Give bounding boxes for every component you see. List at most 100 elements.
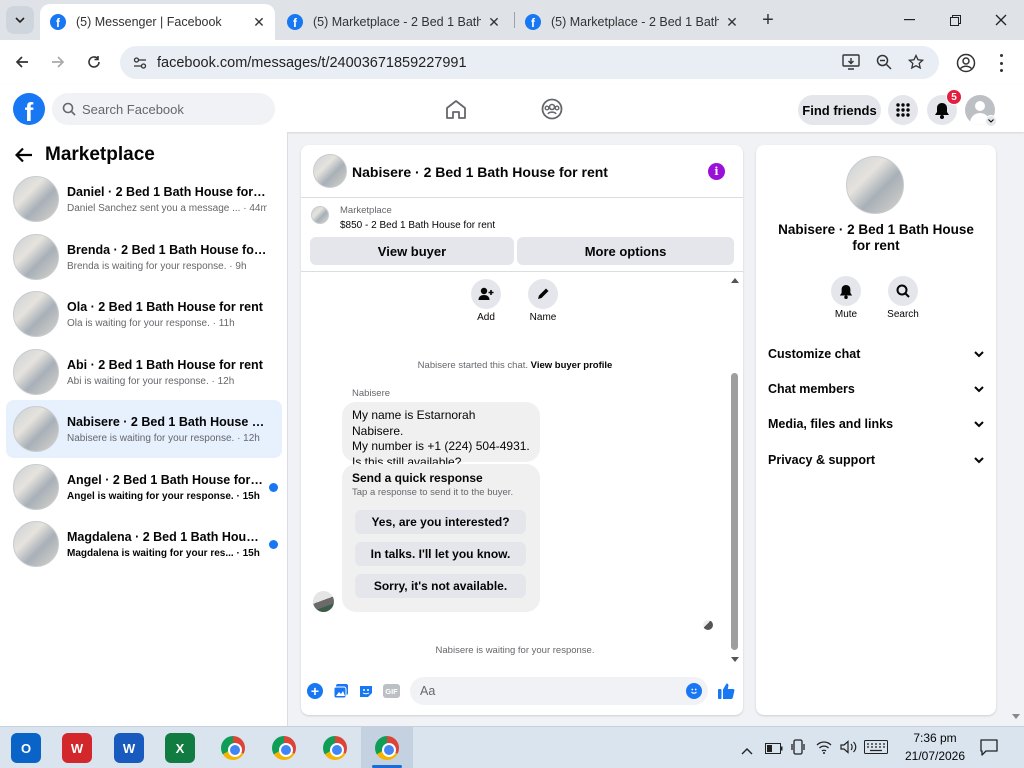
privacy-support-item[interactable]: Privacy & support [768,445,984,475]
chat-scrollbar[interactable] [729,278,741,664]
chrome-profile-1-icon[interactable] [218,733,248,763]
menu-icon[interactable] [996,54,1006,72]
chat-title[interactable]: Nabisere · 2 Bed 1 Bath House for rent [352,164,608,180]
conversation-preview: Angel is waiting for your response. · 15… [67,490,260,502]
facebook-logo[interactable]: f [13,93,45,125]
conversation-preview: Ola is waiting for your response. · 11h [67,317,235,329]
bookmark-star-icon[interactable] [907,53,925,74]
keyboard-icon[interactable] [864,740,888,759]
excel-app-icon[interactable]: X [165,733,195,763]
reload-icon[interactable] [80,48,108,76]
wifi-icon[interactable] [816,740,832,759]
menu-item-label: Chat members [768,382,855,396]
chrome-profile-2-icon[interactable] [269,733,299,763]
more-options-button[interactable]: More options [517,237,734,265]
message-bubble[interactable]: My name is Estarnorah Nabisere. My numbe… [342,402,540,469]
scroll-down-icon[interactable] [731,657,739,662]
profile-icon[interactable] [956,53,976,78]
page-scroll-down-icon[interactable] [1012,714,1020,719]
quick-response-button[interactable]: Sorry, it's not available. [355,574,526,598]
listing-detail: $850 - 2 Bed 1 Bath House for rent [340,220,496,231]
conversation-item[interactable]: Ola · 2 Bed 1 Bath House for rent Ola is … [6,287,282,341]
customize-chat-item[interactable]: Customize chat [768,339,984,369]
like-thumb-icon[interactable] [717,682,735,705]
home-icon[interactable] [445,99,467,124]
battery-icon[interactable] [765,741,783,759]
chat-avatar[interactable] [313,154,347,188]
conversation-item[interactable]: Abi · 2 Bed 1 Bath House for rent Abi is … [6,345,282,399]
message-input[interactable]: Aa [410,677,708,705]
media-files-links-item[interactable]: Media, files and links [768,409,984,439]
facebook-favicon-icon: f [50,14,66,30]
listing-avatar[interactable] [846,156,904,214]
chat-started-notice: Nabisere started this chat. View buyer p… [301,360,729,371]
conversation-item[interactable]: Magdalena · 2 Bed 1 Bath House ... Magdal… [6,517,282,571]
tab-marketplace-2[interactable]: f (5) Marketplace - 2 Bed 1 Bath House ✕ [515,4,750,40]
scrollbar-thumb[interactable] [731,373,738,650]
new-tab-icon[interactable]: + [754,6,782,34]
site-info-icon[interactable] [130,56,150,69]
install-icon[interactable] [842,54,860,74]
chrome-profile-3-icon[interactable] [320,733,350,763]
chat-members-item[interactable]: Chat members [768,374,984,404]
gif-button[interactable]: GIF [383,684,400,698]
url-text[interactable]: facebook.com/messages/t/2400367185922799… [157,55,467,71]
conversation-item[interactable]: Angel · 2 Bed 1 Bath House for r... Angel… [6,460,282,514]
quick-response-title: Send a quick response [352,471,483,485]
chrome-profile-4-icon[interactable] [372,733,402,763]
back-icon[interactable] [8,48,36,76]
attach-photo-icon[interactable] [333,683,349,704]
address-bar[interactable]: facebook.com/messages/t/2400367185922799… [120,46,939,79]
notification-center-icon[interactable] [980,739,998,761]
clock-date[interactable]: 21/07/2026 [896,749,974,763]
sticker-icon[interactable] [358,683,374,704]
tab-close-icon[interactable]: ✕ [250,14,268,31]
tab-messenger[interactable]: f (5) Messenger | Facebook ✕ [40,4,275,40]
scroll-up-icon[interactable] [731,278,739,283]
view-buyer-profile-link[interactable]: View buyer profile [531,360,613,371]
sender-avatar[interactable] [313,591,334,612]
emoji-icon[interactable] [686,683,702,699]
wps-office-app-icon[interactable]: W [62,733,92,763]
search-icon[interactable] [888,276,918,306]
close-icon[interactable] [978,0,1024,40]
groups-icon[interactable] [541,98,563,125]
divider [301,197,743,198]
sidebar-title: Marketplace [45,144,155,165]
chat-started-text: Nabisere started this chat. [417,360,529,371]
back-arrow-icon[interactable] [14,147,33,168]
menu-grid-icon[interactable] [888,95,918,125]
tab-list-icon[interactable] [6,6,34,34]
sender-name: Nabisere [352,388,391,399]
device-icon[interactable] [791,739,805,760]
tab-marketplace-1[interactable]: f (5) Marketplace - 2 Bed 1 Bath House ✕ [277,4,512,40]
restore-icon[interactable] [932,0,978,40]
outlook-app-icon[interactable]: O [11,733,41,763]
conversation-preview: Daniel Sanchez sent you a message ... · … [67,202,267,214]
forward-icon[interactable] [44,48,72,76]
conversation-item-selected[interactable]: Nabisere · 2 Bed 1 Bath House for ... Nab… [6,400,282,458]
mute-bell-icon[interactable] [831,276,861,306]
word-app-icon[interactable]: W [114,733,144,763]
add-person-icon[interactable] [471,279,501,309]
quick-response-button[interactable]: In talks. I'll let you know. [355,542,526,566]
tray-chevron-up-icon[interactable] [741,742,753,760]
account-chevron-icon[interactable] [985,115,997,127]
zoom-icon[interactable] [876,54,892,74]
search-input[interactable]: Search Facebook [52,93,275,125]
divider [301,271,743,272]
conversation-item[interactable]: Brenda · 2 Bed 1 Bath House for rent Bren… [6,230,282,284]
conversation-item[interactable]: Daniel · 2 Bed 1 Bath House for rent Dani… [6,172,282,226]
minimize-icon[interactable] [886,0,932,40]
volume-icon[interactable] [840,740,857,759]
info-icon[interactable]: i [708,163,725,180]
more-actions-plus-icon[interactable]: + [307,683,323,699]
clock-time[interactable]: 7:36 pm [900,731,970,745]
find-friends-button[interactable]: Find friends [798,95,881,125]
view-buyer-button[interactable]: View buyer [310,237,514,265]
tab-close-icon[interactable]: ✕ [723,14,741,31]
edit-name-icon[interactable] [528,279,558,309]
quick-response-button[interactable]: Yes, are you interested? [355,510,526,534]
search-icon [62,102,76,116]
tab-close-icon[interactable]: ✕ [485,14,503,31]
